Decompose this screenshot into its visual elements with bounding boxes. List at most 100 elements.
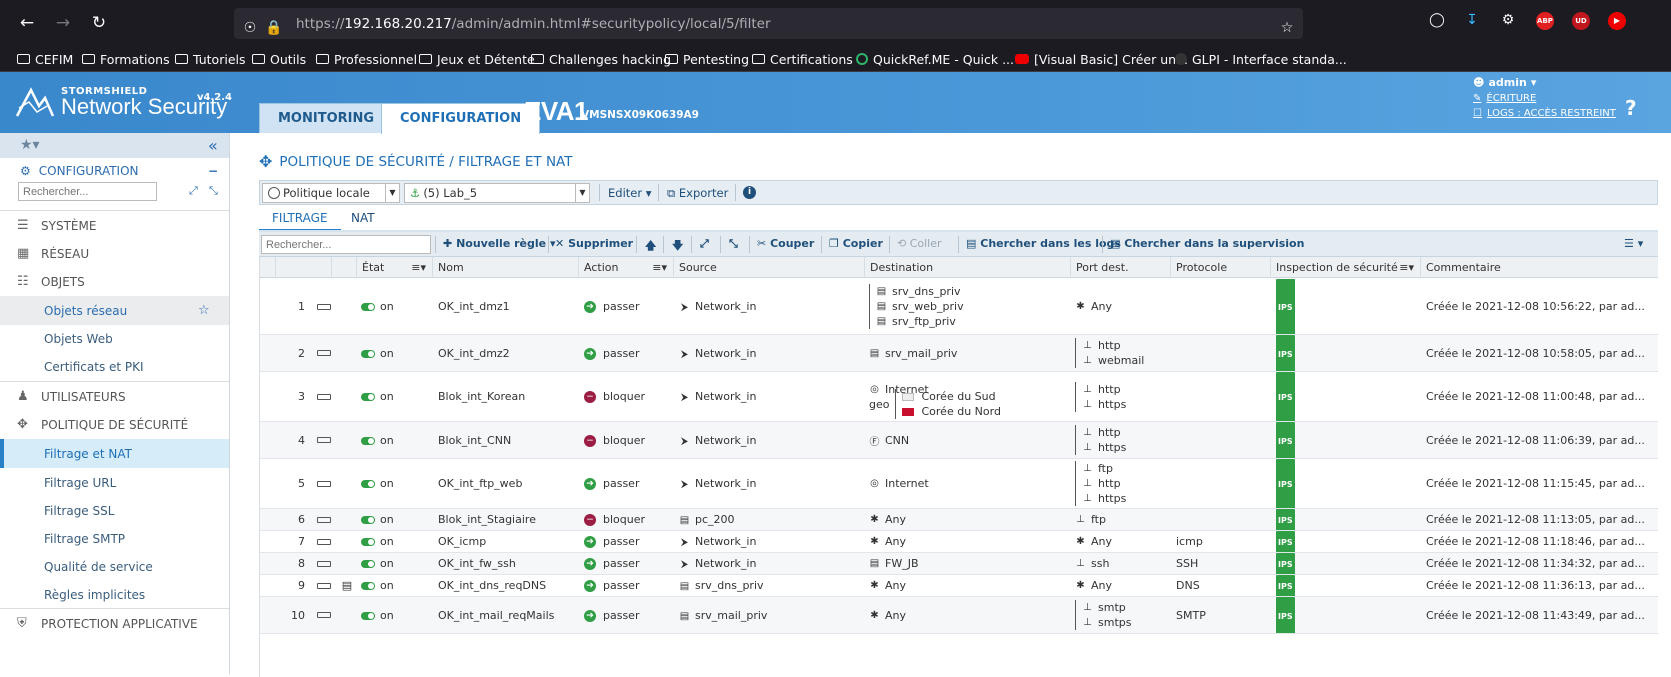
paste-button[interactable]: ⟲ Coller [897, 237, 942, 250]
table-row[interactable]: 1 on OK_int_dmz1 ➔ passer ⮞ Network_in ▤ srv_dns… [260, 279, 1658, 335]
sidebar-item-regles-implicites[interactable]: Règles implicites [0, 580, 229, 609]
sidebar-item-certificats[interactable]: Certificats et PKI [0, 352, 229, 381]
bookmark-folder[interactable]: Professionnel [316, 50, 417, 68]
pocket-icon[interactable]: ◯ [1427, 10, 1447, 30]
toggle-on-icon[interactable] [361, 350, 375, 358]
sidebar-section-configuration[interactable]: ⚙ CONFIGURATION − [0, 158, 229, 184]
sidebar-item-objets[interactable]: ☷ OBJETS [0, 267, 229, 296]
lock-icon[interactable]: 🔒 [264, 18, 284, 38]
cut-button[interactable]: ✂ Couper [757, 237, 814, 250]
tab-filtrage[interactable]: FILTRAGE [259, 211, 341, 232]
col-header[interactable] [260, 257, 276, 278]
col-header-nom[interactable]: Nom [433, 257, 579, 278]
logs-access-link[interactable]: ☐ LOGS : ACCÈS RESTREINT [1473, 108, 1616, 119]
edit-menu-button[interactable]: Editer ▾ [608, 186, 652, 200]
sidebar-item-protection[interactable]: ⛨ PROTECTION APPLICATIVE [0, 609, 229, 638]
url-bar[interactable]: ☉ 🔒 https://192.168.20.217/admin/admin.h… [234, 8, 1303, 39]
toggle-on-icon[interactable] [361, 538, 375, 546]
table-row[interactable]: 9 ▤ on OK_int_dns_reqDNS ➔ passer ▤ srv_dns_pri… [260, 575, 1658, 597]
new-rule-button[interactable]: ✚ Nouvelle règle ▾ [443, 237, 555, 250]
toggle-on-icon[interactable] [361, 303, 375, 311]
col-header-inspection[interactable]: Inspection de sécurité ≡▾ [1271, 257, 1421, 278]
bookmark-folder[interactable]: Outils [252, 50, 306, 68]
table-row[interactable]: 2 on OK_int_dmz2 ➔ passer ⮞ Network_in ▤ srv_mai… [260, 335, 1658, 372]
move-down-button[interactable]: 🡇 [672, 237, 683, 256]
rule-state[interactable]: on [361, 575, 431, 596]
user-menu[interactable]: ☻ admin ▾ [1473, 76, 1616, 89]
collapse-section-icon[interactable]: − [208, 164, 218, 178]
col-header[interactable] [276, 257, 332, 278]
expand-all-button[interactable]: ⤡ [729, 237, 738, 251]
toggle-on-icon[interactable] [361, 437, 375, 445]
table-row[interactable]: 10 on OK_int_mail_reqMails ➔ passer ▤ srv_mail… [260, 597, 1658, 634]
tab-configuration[interactable]: CONFIGURATION [381, 103, 541, 134]
write-mode-link[interactable]: ✎ ÉCRITURE [1473, 93, 1616, 104]
col-header-action[interactable]: Action ≡▾ [579, 257, 674, 278]
move-up-button[interactable]: 🡅 [645, 237, 656, 256]
col-header-protocole[interactable]: Protocole [1171, 257, 1271, 278]
delete-button[interactable]: ✕ Supprimer [555, 237, 633, 250]
tab-monitoring[interactable]: MONITORING [259, 103, 394, 133]
sidebar-item-filtrage-nat[interactable]: Filtrage et NAT [0, 439, 229, 468]
sidebar-item-objets-web[interactable]: Objets Web [0, 324, 229, 353]
favorite-star-icon[interactable]: ☆ [198, 303, 210, 318]
help-button[interactable]: ? [1625, 96, 1637, 120]
rule-state[interactable]: on [361, 422, 431, 458]
back-arrow-icon[interactable]: ← [16, 12, 38, 34]
rule-state[interactable]: on [361, 509, 431, 530]
youtube-ext-icon[interactable]: ▶ [1608, 12, 1626, 30]
toggle-on-icon[interactable] [361, 560, 375, 568]
sidebar-item-filtrage-smtp[interactable]: Filtrage SMTP [0, 524, 229, 553]
shield-icon[interactable]: ☉ [240, 18, 260, 38]
toggle-on-icon[interactable] [361, 582, 375, 590]
table-row[interactable]: 3 on Blok_int_Korean − bloquer ⮞ Network_in ◎ In… [260, 372, 1658, 422]
table-row[interactable]: 6 on Blok_int_Stagiaire − bloquer ▤ pc_200 ✱ Any… [260, 509, 1658, 531]
collapse-sidebar-icon[interactable]: « [208, 136, 218, 155]
rule-state[interactable]: on [361, 335, 431, 371]
sidebar-item-reseau[interactable]: ▦ RÉSEAU [0, 239, 229, 268]
policy-type-select[interactable]: Politique locale ▼ [262, 183, 400, 203]
collapse-all-icon[interactable]: ⤢ [189, 184, 198, 198]
rule-state[interactable]: on [361, 372, 431, 421]
policy-slot-select[interactable]: ⚓ (5) Lab_5 ▼ [404, 183, 590, 203]
table-row[interactable]: 8 on OK_int_fw_ssh ➔ passer ⮞ Network_in ▤ FW_JB… [260, 553, 1658, 575]
sidebar-item-filtrage-url[interactable]: Filtrage URL [0, 468, 229, 497]
table-row[interactable]: 5 on OK_int_ftp_web ➔ passer ⮞ Network_in ◎ Inte… [260, 459, 1658, 509]
col-header-port[interactable]: Port dest. [1071, 257, 1171, 278]
bookmark-folder[interactable]: Tutoriels [175, 50, 246, 68]
sidebar-search-input[interactable] [18, 182, 157, 201]
forward-arrow-icon[interactable]: → [52, 12, 74, 34]
ublock-icon[interactable]: UD [1572, 12, 1590, 30]
toggle-on-icon[interactable] [361, 393, 375, 401]
col-header-etat[interactable]: État ≡▾ [357, 257, 433, 278]
bookmark-folder[interactable]: Pentesting [665, 50, 749, 68]
export-button[interactable]: ⧉ Exporter [667, 186, 728, 201]
search-logs-button[interactable]: ▤ Chercher dans les logs [966, 237, 1121, 250]
rules-search-input[interactable] [261, 235, 431, 254]
download-icon[interactable]: ↧ [1462, 10, 1482, 30]
rule-state[interactable]: on [361, 531, 431, 552]
rule-state[interactable]: on [361, 597, 431, 633]
col-header-commentaire[interactable]: Commentaire [1421, 257, 1658, 278]
bookmark-link[interactable]: QuickRef.ME - Quick ... [856, 50, 1014, 68]
info-icon[interactable]: i [743, 186, 756, 199]
rule-state[interactable]: on [361, 459, 431, 508]
col-header-destination[interactable]: Destination [865, 257, 1071, 278]
toggle-on-icon[interactable] [361, 612, 375, 620]
toggle-on-icon[interactable] [361, 480, 375, 488]
bookmark-folder[interactable]: Jeux et Détente [419, 50, 535, 68]
tab-nat[interactable]: NAT [351, 211, 375, 225]
sidebar-item-filtrage-ssl[interactable]: Filtrage SSL [0, 496, 229, 525]
sidebar-item-systeme[interactable]: ☰ SYSTÈME [0, 211, 229, 240]
rule-state[interactable]: on [361, 279, 431, 334]
columns-menu-button[interactable]: ☰ ▾ [1624, 237, 1643, 250]
favorites-star-icon[interactable]: ★▾ [20, 137, 40, 153]
sidebar-item-utilisateurs[interactable]: ♟ UTILISATEURS [0, 382, 229, 411]
bookmark-link[interactable]: [Visual Basic] Créer un... [1015, 50, 1188, 68]
bookmark-folder[interactable]: CEFIM [17, 50, 73, 68]
copy-button[interactable]: ❐ Copier [829, 237, 883, 250]
col-header-source[interactable]: Source [674, 257, 865, 278]
table-row[interactable]: 7 on OK_icmp ➔ passer ⮞ Network_in ✱ Any ✱ Any icmp… [260, 531, 1658, 553]
search-supervision-button[interactable]: ▤ Chercher dans la supervision [1110, 237, 1304, 250]
collapse-all-button[interactable]: ⤢ [700, 237, 709, 251]
